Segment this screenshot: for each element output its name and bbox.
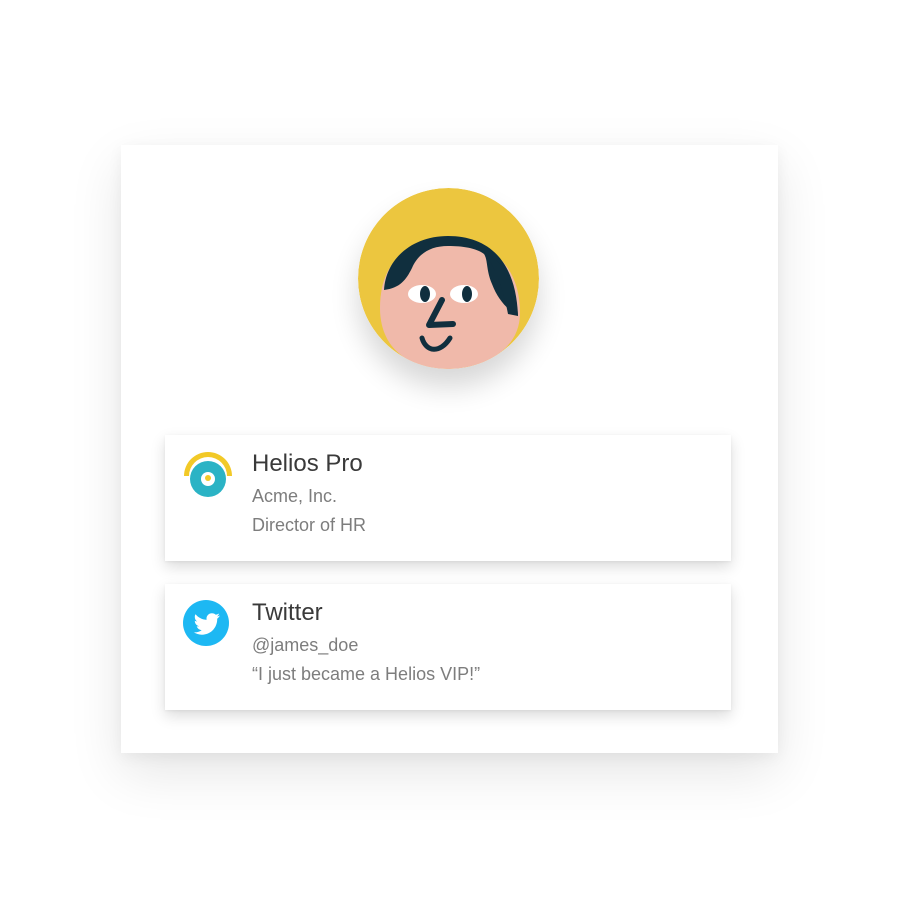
avatar[interactable] [358,188,539,369]
tweet-text: “I just became a Helios VIP!” [252,664,481,684]
company-name: Acme, Inc. [252,486,338,506]
helios-logo-icon [182,449,234,501]
job-title: Director of HR [252,515,367,535]
card-title: Helios Pro [252,450,363,477]
twitter-handle: @james_doe [252,635,359,655]
cartoon-face-avatar-icon [358,188,539,369]
helios-pro-card[interactable]: Helios Pro Acme, Inc. Director of HR [165,435,731,561]
profile-card: Helios Pro Acme, Inc. Director of HR Twi… [121,145,778,753]
twitter-card[interactable]: Twitter @james_doe “I just became a Heli… [165,584,731,710]
twitter-bird-icon [182,598,234,650]
card-title: Twitter [252,599,323,626]
